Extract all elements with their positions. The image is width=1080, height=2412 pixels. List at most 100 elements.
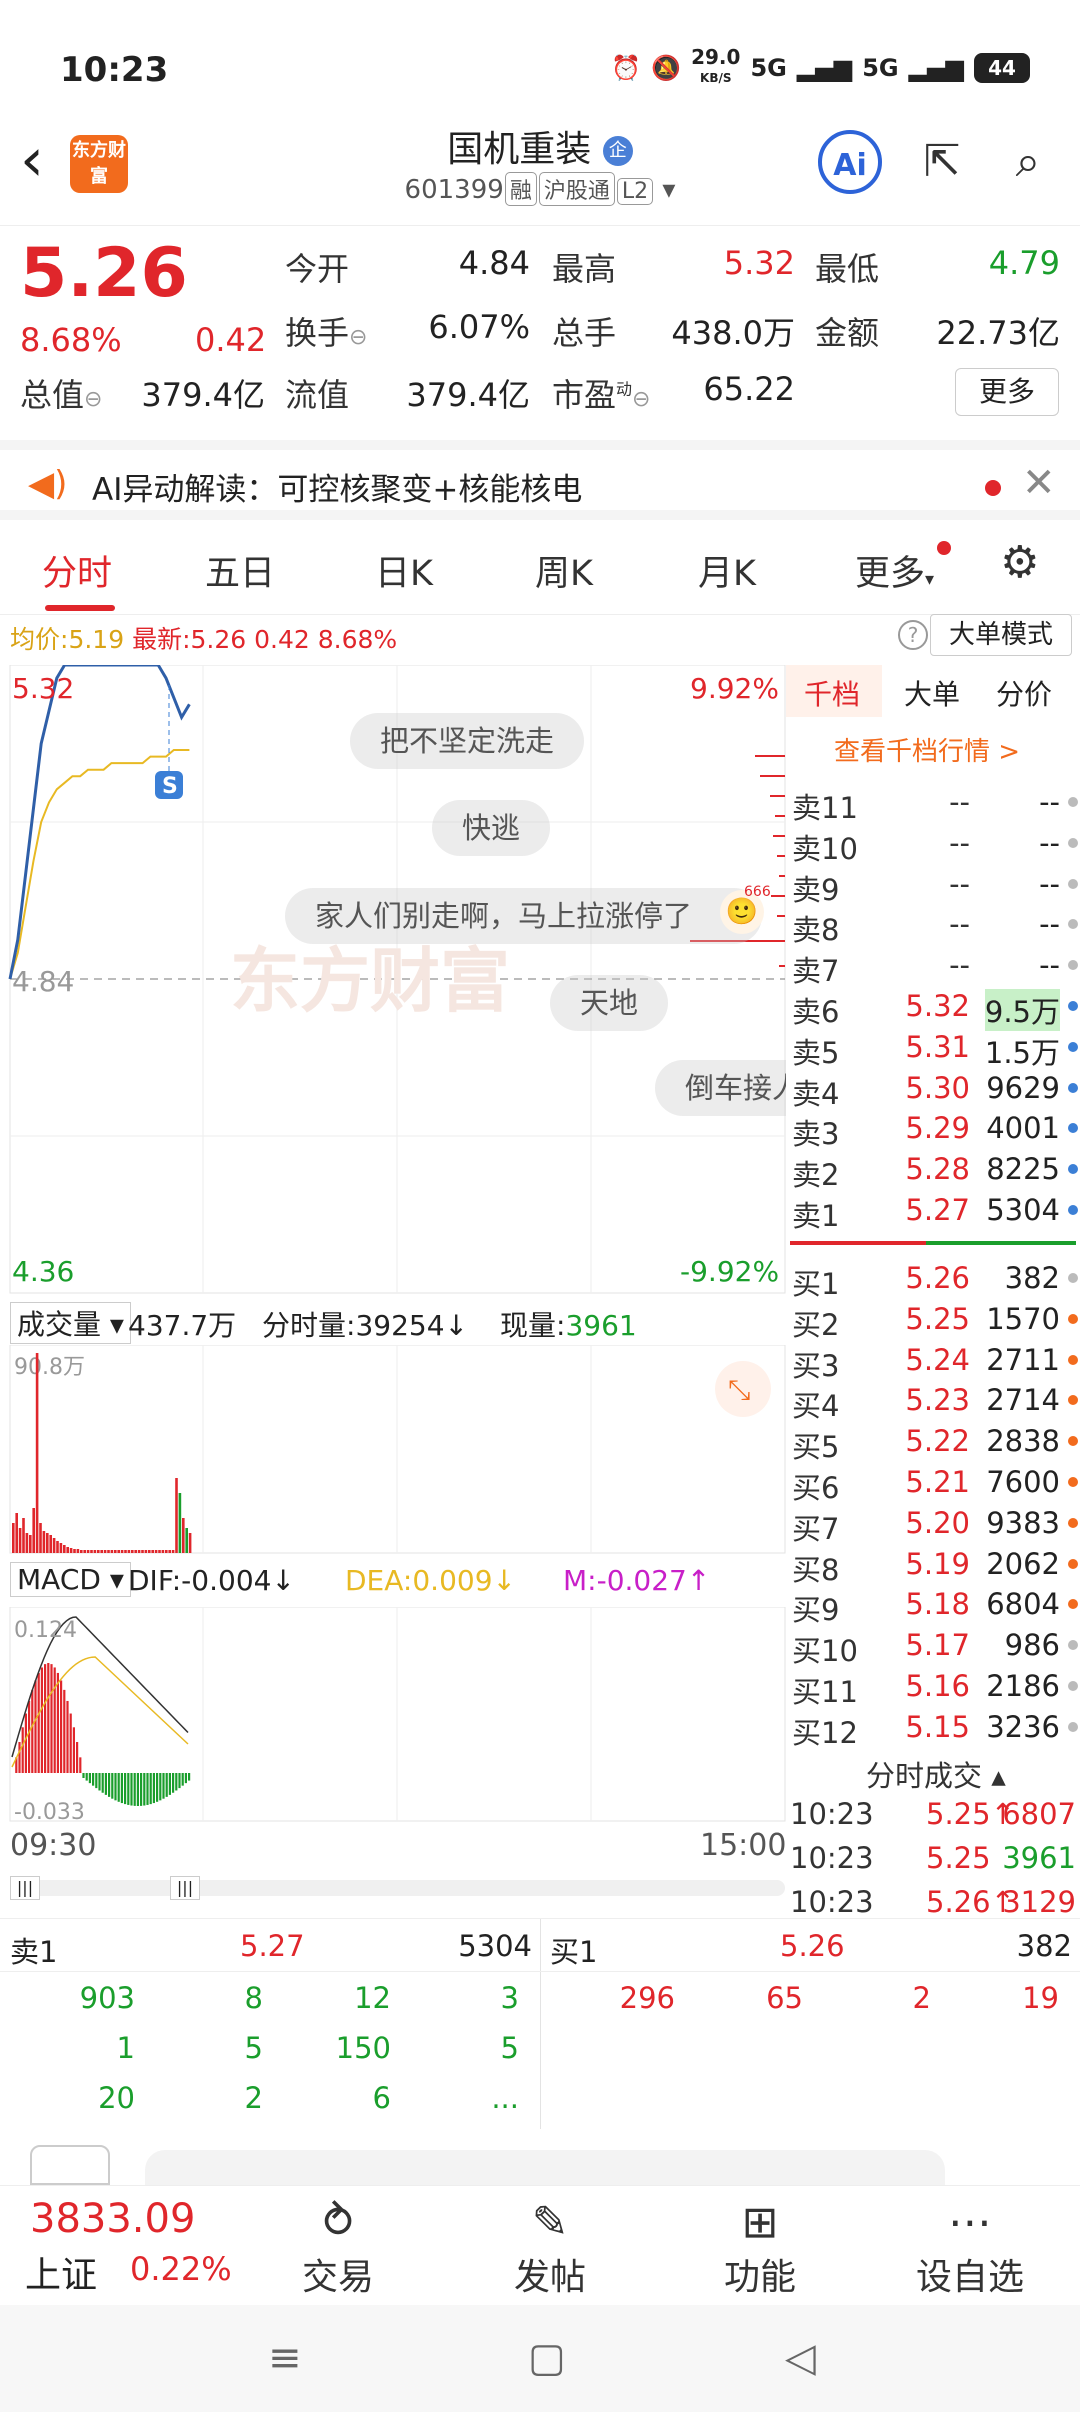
settings-icon[interactable]: ⚙ xyxy=(1000,537,1039,588)
macd-selector[interactable]: MACD ▾ xyxy=(10,1562,131,1597)
home-icon[interactable]: ▢ xyxy=(528,2335,566,2381)
comment-bubble[interactable]: 倒车接人 xyxy=(655,1060,786,1116)
volume-selector[interactable]: 成交量 ▾ xyxy=(10,1302,131,1344)
ai-icon[interactable]: Ai xyxy=(818,130,882,194)
queue-divider xyxy=(540,1919,541,2129)
index-value[interactable]: 3833.09 xyxy=(30,2196,195,2242)
comment-input[interactable] xyxy=(145,2150,945,2190)
bid-row[interactable]: 买2 5.25 1570 xyxy=(786,1300,1080,1342)
bid-row[interactable]: 买1 5.26 382 xyxy=(786,1259,1080,1301)
queue-buy-price: 5.26 xyxy=(780,1929,845,1963)
bid-row[interactable]: 买12 5.15 3236 xyxy=(786,1708,1080,1750)
ask-volume: 8225 xyxy=(986,1152,1060,1187)
tab-monthly-k[interactable]: 月K xyxy=(698,545,756,596)
bid-dot xyxy=(1068,1477,1078,1487)
macd-bar xyxy=(21,1727,24,1773)
comment-bubble[interactable]: 快逃 xyxy=(432,800,551,856)
depth-bar xyxy=(760,775,785,777)
ask-row[interactable]: 卖1 5.27 5304 xyxy=(786,1191,1080,1233)
index-pct[interactable]: 0.22% xyxy=(130,2250,232,2288)
tab-daily-k[interactable]: 日K xyxy=(375,545,433,596)
comment-bubble[interactable]: 家人们别走啊，马上拉涨停了 xyxy=(285,888,763,944)
ai-banner[interactable]: ◀) AI异动解读：可控核聚变+核能核电 ✕ xyxy=(0,440,1080,520)
tab-intraday[interactable]: 分时 xyxy=(42,545,112,596)
ask-dot xyxy=(1068,878,1078,889)
big-order-mode-button[interactable]: 大单模式 xyxy=(930,614,1072,656)
scroller-handle-right[interactable]: ||| xyxy=(170,1876,200,1900)
mute-icon: 🔕 xyxy=(651,53,682,82)
volume-bar xyxy=(52,1538,56,1553)
close-icon[interactable]: ✕ xyxy=(1022,460,1056,506)
ask-row[interactable]: 卖9 -- -- xyxy=(786,865,1080,907)
ask-volume: -- xyxy=(1039,866,1060,901)
nav-trade[interactable]: ⥁ 交易 xyxy=(278,2198,398,2300)
back-nav-icon[interactable]: ◁ xyxy=(785,2335,816,2381)
bid-level: 买7 xyxy=(792,1511,840,1546)
bid-row[interactable]: 买6 5.21 7600 xyxy=(786,1463,1080,1505)
bid-row[interactable]: 买8 5.19 2062 xyxy=(786,1545,1080,1587)
ask-row[interactable]: 卖4 5.30 9629 xyxy=(786,1069,1080,1111)
bid-price: 5.26 xyxy=(905,1261,970,1295)
sell-queue-item: 5 xyxy=(500,2031,519,2065)
comment-bubble[interactable]: 把不坚定洗走 xyxy=(350,713,585,769)
book-tab-price[interactable]: 分价 xyxy=(996,673,1052,713)
macd-bar xyxy=(149,1773,152,1805)
bid-row[interactable]: 买7 5.20 9383 xyxy=(786,1504,1080,1546)
tab-more[interactable]: 更多▾ xyxy=(855,545,934,596)
s-marker-label: S xyxy=(162,774,178,799)
ask-row[interactable]: 卖2 5.28 8225 xyxy=(786,1150,1080,1192)
ask-row[interactable]: 卖3 5.29 4001 xyxy=(786,1109,1080,1151)
nav-add-watchlist[interactable]: ⋯ 设自选 xyxy=(910,2198,1030,2300)
bid-row[interactable]: 买11 5.16 2186 xyxy=(786,1667,1080,1709)
tab-five-day[interactable]: 五日 xyxy=(205,545,275,596)
bid-dot xyxy=(1068,1395,1078,1406)
nav-post[interactable]: ✎ 发帖 xyxy=(490,2198,610,2300)
comment-bubble[interactable]: 天地 xyxy=(550,975,669,1031)
book-tab-big[interactable]: 大单 xyxy=(904,673,960,713)
bid-row[interactable]: 买3 5.24 2711 xyxy=(786,1341,1080,1383)
nav-functions[interactable]: ⊞ 功能 xyxy=(700,2198,820,2300)
volume-bar xyxy=(32,1508,35,1553)
bid-row[interactable]: 买5 5.22 2838 xyxy=(786,1422,1080,1464)
ask-dot xyxy=(1068,1205,1078,1215)
macd-bar xyxy=(146,1773,149,1805)
expand-icon[interactable]: ⤡ xyxy=(728,1373,750,1406)
bid-row[interactable]: 买9 5.18 6804 xyxy=(786,1585,1080,1627)
app-logo[interactable]: 东方财富 xyxy=(70,135,128,193)
bid-row[interactable]: 买4 5.23 2714 xyxy=(786,1381,1080,1423)
share-icon[interactable]: ⇱ xyxy=(910,130,974,194)
ask-row[interactable]: 卖6 5.32 9.5万 xyxy=(786,987,1080,1031)
bid-level: 买8 xyxy=(792,1552,840,1587)
volume-bar xyxy=(120,1550,124,1553)
ask-row[interactable]: 卖8 -- -- xyxy=(786,905,1080,947)
bid-row[interactable]: 买10 5.17 986 xyxy=(786,1626,1080,1668)
ticks-title[interactable]: 分时成交 ▴ xyxy=(866,1753,1006,1795)
menu-icon[interactable]: ≡ xyxy=(268,2335,302,2381)
back-icon[interactable]: ‹ xyxy=(20,130,44,190)
bid-dot xyxy=(1068,1558,1078,1569)
search-icon[interactable]: ⌕ xyxy=(996,130,1060,194)
volume-total: 437.7万 xyxy=(128,1309,237,1342)
ask-row[interactable]: 卖5 5.31 1.5万 xyxy=(786,1028,1080,1070)
ask-row[interactable]: 卖11 -- -- xyxy=(786,783,1080,825)
sell-queue-item: 2 xyxy=(244,2081,263,2115)
tick-volume: 6807 xyxy=(1002,1797,1076,1831)
volume-bar xyxy=(144,1550,148,1553)
more-button[interactable]: 更多 xyxy=(955,368,1059,416)
macd-bar xyxy=(18,1742,21,1773)
ask-row[interactable]: 卖10 -- -- xyxy=(786,824,1080,866)
depth-link[interactable]: 查看千档行情 > xyxy=(834,731,1020,768)
tab-weekly-k[interactable]: 周K xyxy=(535,545,593,596)
bid-dot xyxy=(1068,1517,1078,1528)
scroller-handle-left[interactable]: ||| xyxy=(10,1876,40,1900)
ask-row[interactable]: 卖7 -- -- xyxy=(786,946,1080,988)
comment-toggle-icon[interactable] xyxy=(30,2145,110,2185)
speaker-icon: ◀) xyxy=(28,464,68,504)
time-scroller[interactable] xyxy=(10,1880,785,1896)
index-name[interactable]: 上证 xyxy=(25,2246,97,2298)
macd-bar xyxy=(60,1680,63,1773)
queue-buy-vol: 382 xyxy=(1016,1929,1072,1963)
book-tab-depth[interactable]: 千档 xyxy=(804,673,860,713)
volume-bar xyxy=(161,1550,165,1553)
help-icon[interactable]: ? xyxy=(898,620,928,650)
